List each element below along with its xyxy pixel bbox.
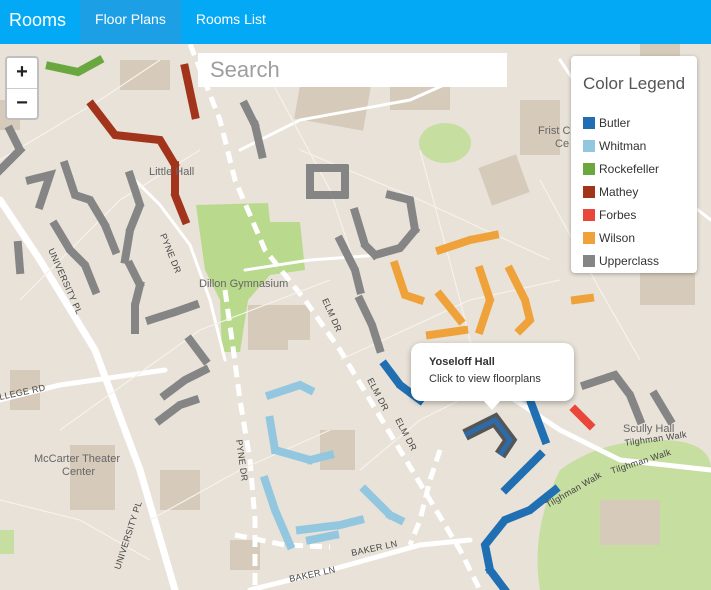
popup-title: Yoseloff Hall [429, 356, 495, 368]
popup-subtitle[interactable]: Click to view floorplans [429, 373, 541, 385]
tab-rooms-list[interactable]: Rooms List [181, 0, 281, 44]
legend-swatch [583, 116, 595, 129]
legend-label: Whitman [599, 138, 647, 153]
legend-item-upperclass: Upperclass [583, 249, 659, 272]
legend-label: Forbes [599, 207, 637, 222]
legend-label: Mathey [599, 184, 639, 199]
legend-label: Upperclass [599, 253, 660, 268]
legend-item-wilson: Wilson [583, 226, 659, 249]
dillon-gym-label: Dillon Gymnasium [199, 278, 288, 290]
little-hall-label: Little Hall [149, 166, 194, 178]
legend-swatch [583, 139, 595, 152]
popup-tip [483, 400, 501, 410]
zoom-in-button[interactable]: + [7, 58, 37, 89]
legend-label: Butler [599, 115, 631, 130]
green-circle [419, 123, 471, 163]
building-popup[interactable]: Yoseloff Hall Click to view floorplans [411, 343, 574, 410]
legend-title: Color Legend [583, 74, 686, 93]
color-legend: Color Legend Butler Whitman Rockefeller … [571, 56, 697, 273]
legend-item-mathey: Mathey [583, 180, 659, 203]
mccarter-label-line2: Center [62, 466, 95, 478]
legend-item-butler: Butler [583, 111, 659, 134]
app-brand[interactable]: Rooms [0, 0, 80, 44]
frist-label-line2: Ce [555, 138, 569, 150]
frist-label-line1: Frist C [538, 125, 570, 137]
legend-swatch [583, 231, 595, 244]
legend-swatch [583, 254, 595, 267]
legend-label: Rockefeller [599, 161, 660, 176]
legend-swatch [583, 162, 595, 175]
west-green [0, 530, 14, 554]
legend-swatch [583, 185, 595, 198]
legend-item-whitman: Whitman [583, 134, 659, 157]
zoom-control: + − [5, 56, 39, 120]
legend-item-rockefeller: Rockefeller [583, 157, 659, 180]
mccarter-label-line1: McCarter Theater [34, 453, 120, 465]
legend-list: Butler Whitman Rockefeller Mathey Forbes… [583, 111, 659, 272]
zoom-out-button[interactable]: − [7, 89, 37, 119]
top-navbar: Rooms Floor Plans Rooms List [0, 0, 711, 44]
legend-swatch [583, 208, 595, 221]
legend-label: Wilson [599, 230, 636, 245]
search-input[interactable] [198, 53, 507, 87]
tab-floor-plans[interactable]: Floor Plans [80, 0, 181, 44]
legend-item-forbes: Forbes [583, 203, 659, 226]
